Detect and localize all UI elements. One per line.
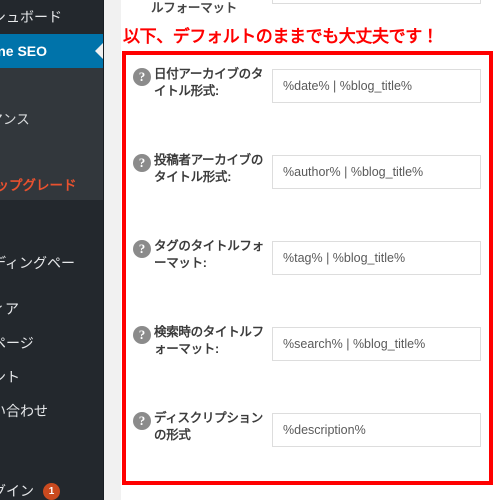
- archive-title-format-input[interactable]: %archive_title% | %blog_title%: [272, 0, 481, 4]
- sidebar-item-label: ディア: [0, 301, 20, 317]
- help-circle-icon[interactable]: ?: [133, 240, 151, 258]
- row-search-title-format: ? 検索時のタイトルフォーマット:: [121, 309, 500, 395]
- active-pointer-icon: [95, 43, 103, 59]
- sidebar-item-posts[interactable]: 稿: [0, 212, 103, 246]
- sidebar-item-upgrade[interactable]: アップグレード: [0, 167, 103, 200]
- sidebar-item-label: メント: [0, 369, 20, 385]
- row-description-format: ? ディスクリプションの形式: [121, 395, 500, 481]
- row-label: タグのタイトルフォーマット:: [154, 239, 264, 270]
- sidebar-item-label: 定ページ: [0, 335, 34, 351]
- sidebar-item-performance[interactable]: ーマンス: [0, 101, 103, 134]
- sidebar-item-label: アップグレード: [0, 177, 77, 193]
- sidebar-item-label: ラグイン: [0, 483, 34, 499]
- help-circle-icon[interactable]: ?: [133, 68, 151, 86]
- sidebar-item-media[interactable]: ディア: [0, 292, 103, 326]
- search-title-format-input[interactable]: [272, 327, 481, 361]
- row-label: ディスクリプションの形式: [154, 411, 263, 442]
- sidebar-separator: [0, 428, 103, 440]
- sidebar-item-label: ンディングペー: [0, 255, 76, 271]
- annotation-text: 以下、デフォルトのままでも大丈夫です！: [123, 27, 439, 46]
- sidebar-item-label: in One SEO: [0, 43, 48, 59]
- sidebar-item-pages[interactable]: 定ページ: [0, 326, 103, 360]
- screen: ッシュボード in One SEO 定 ーマンス 理 アップグレード 稿 ンディ…: [0, 0, 500, 500]
- help-circle-icon[interactable]: ?: [133, 412, 151, 430]
- sidebar-content-gutter: [103, 0, 121, 500]
- help-circle-icon[interactable]: ?: [133, 326, 151, 344]
- sidebar-item-dashboard[interactable]: ッシュボード: [0, 0, 103, 34]
- sidebar-item-label: ッシュボード: [0, 9, 62, 25]
- tag-title-format-input[interactable]: [272, 241, 481, 275]
- archive-title-format-label: ルフォーマット: [151, 1, 238, 15]
- sidebar-item-plugins[interactable]: ラグイン 1: [0, 474, 103, 500]
- help-circle-icon[interactable]: ?: [133, 154, 151, 172]
- sidebar-item-appearance[interactable]: 観: [0, 440, 103, 474]
- row-label: 日付アーカイブのタイトル形式:: [154, 67, 264, 98]
- sidebar-item-label: ーマンス: [0, 111, 30, 127]
- title-format-rows: ? 日付アーカイブのタイトル形式: ? 投稿者アーカイブのタイトル形式: ? タ…: [121, 51, 500, 485]
- plugins-update-badge: 1: [43, 482, 60, 500]
- sidebar-item-label: 問い合わせ: [0, 403, 48, 419]
- sidebar-item-feature-manager[interactable]: 理: [0, 134, 103, 167]
- row-tag-title-format: ? タグのタイトルフォーマット:: [121, 223, 500, 309]
- date-archive-title-format-input[interactable]: [272, 69, 481, 103]
- archive-title-format-row-partial: ルフォーマット %archive_title% | %blog_title%: [121, 0, 500, 18]
- author-archive-title-format-input[interactable]: [272, 155, 481, 189]
- sidebar-item-contact-form[interactable]: 問い合わせ: [0, 394, 103, 428]
- sidebar-item-general-settings[interactable]: 定: [0, 68, 103, 101]
- row-date-archive-title-format: ? 日付アーカイブのタイトル形式:: [121, 51, 500, 137]
- row-author-archive-title-format: ? 投稿者アーカイブのタイトル形式:: [121, 137, 500, 223]
- sidebar-separator: [0, 280, 103, 292]
- sidebar-item-comments[interactable]: メント: [0, 360, 103, 394]
- seo-title-settings-panel: ルフォーマット %archive_title% | %blog_title% 以…: [121, 0, 500, 500]
- row-label: 投稿者アーカイブのタイトル形式:: [154, 153, 264, 184]
- row-label: 検索時のタイトルフォーマット:: [154, 325, 264, 356]
- admin-sidebar: ッシュボード in One SEO 定 ーマンス 理 アップグレード 稿 ンディ…: [0, 0, 103, 500]
- description-format-input[interactable]: [272, 413, 481, 447]
- sidebar-item-landing-pages[interactable]: ンディングペー: [0, 246, 103, 280]
- sidebar-separator: [0, 200, 103, 212]
- sidebar-item-all-in-one-seo[interactable]: in One SEO: [0, 34, 103, 68]
